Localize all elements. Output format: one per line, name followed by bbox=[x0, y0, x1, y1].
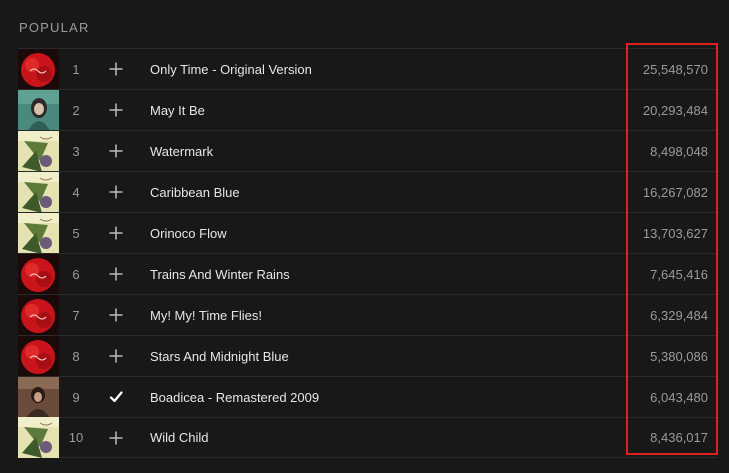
track-number: 6 bbox=[72, 266, 80, 282]
album-cover bbox=[18, 253, 59, 295]
play-count: 8,436,017 bbox=[650, 430, 708, 445]
add-plus-icon[interactable] bbox=[96, 131, 136, 172]
track-title[interactable]: Wild Child bbox=[150, 430, 718, 445]
add-plus-icon[interactable] bbox=[96, 295, 136, 336]
track-number: 3 bbox=[72, 143, 80, 159]
play-count: 6,043,480 bbox=[650, 389, 708, 405]
track-row[interactable]: 8 Stars And Midnight Blue 5,380,086 bbox=[18, 335, 718, 377]
add-plus-icon[interactable] bbox=[96, 254, 136, 295]
album-cover bbox=[18, 171, 59, 213]
album-cover bbox=[18, 294, 59, 336]
track-number: 1 bbox=[72, 61, 80, 77]
track-number: 5 bbox=[72, 225, 80, 241]
track-title[interactable]: Trains And Winter Rains bbox=[150, 267, 718, 282]
track-title[interactable]: Only Time - Original Version bbox=[150, 62, 718, 77]
play-count: 6,329,484 bbox=[650, 307, 708, 323]
popular-tracklist: 1 Only Time - Original Version 25,548,570 … bbox=[18, 48, 718, 458]
track-row[interactable]: 4 Caribbean Blue 16,267,082 bbox=[18, 171, 718, 213]
play-count: 7,645,416 bbox=[650, 266, 708, 282]
track-row[interactable]: 2 May It Be 20,293,484 bbox=[18, 89, 718, 131]
track-row[interactable]: 1 Only Time - Original Version 25,548,570 bbox=[18, 48, 718, 90]
album-cover bbox=[18, 417, 59, 458]
track-row[interactable]: 6 Trains And Winter Rains 7,645,416 bbox=[18, 253, 718, 295]
album-cover bbox=[18, 335, 59, 377]
play-count: 8,498,048 bbox=[650, 143, 708, 159]
track-title[interactable]: Watermark bbox=[150, 144, 718, 159]
track-row[interactable]: 7 My! My! Time Flies! 6,329,484 bbox=[18, 294, 718, 336]
play-count: 5,380,086 bbox=[650, 348, 708, 364]
track-title[interactable]: Caribbean Blue bbox=[150, 185, 718, 200]
track-number: 4 bbox=[72, 184, 80, 200]
album-cover bbox=[18, 130, 59, 172]
track-row[interactable]: 10 Wild Child 8,436,017 bbox=[18, 417, 718, 458]
play-count: 25,548,570 bbox=[642, 61, 708, 77]
track-number: 10 bbox=[68, 430, 84, 445]
track-number: 8 bbox=[72, 348, 80, 364]
track-title[interactable]: Orinoco Flow bbox=[150, 226, 718, 241]
add-plus-icon[interactable] bbox=[96, 49, 136, 90]
add-plus-icon[interactable] bbox=[96, 417, 136, 458]
album-cover bbox=[18, 212, 59, 254]
album-cover bbox=[18, 89, 59, 131]
track-row[interactable]: 3 Watermark 8,498,048 bbox=[18, 130, 718, 172]
add-plus-icon[interactable] bbox=[96, 213, 136, 254]
play-count: 13,703,627 bbox=[642, 225, 708, 241]
section-title: POPULAR bbox=[19, 20, 90, 35]
track-title[interactable]: Boadicea - Remastered 2009 bbox=[150, 390, 718, 405]
track-row[interactable]: 5 Orinoco Flow 13,703,627 bbox=[18, 212, 718, 254]
track-number: 7 bbox=[72, 307, 80, 323]
track-title[interactable]: May It Be bbox=[150, 103, 718, 118]
album-cover bbox=[18, 48, 59, 90]
play-count: 16,267,082 bbox=[642, 184, 708, 200]
add-plus-icon[interactable] bbox=[96, 172, 136, 213]
add-plus-icon[interactable] bbox=[96, 336, 136, 377]
track-title[interactable]: Stars And Midnight Blue bbox=[150, 349, 718, 364]
track-row[interactable]: 9 Boadicea - Remastered 2009 6,043,480 bbox=[18, 376, 718, 418]
add-plus-icon[interactable] bbox=[96, 90, 136, 131]
track-number: 9 bbox=[72, 389, 80, 405]
track-title[interactable]: My! My! Time Flies! bbox=[150, 308, 718, 323]
play-count: 20,293,484 bbox=[642, 102, 708, 118]
track-number: 2 bbox=[72, 102, 80, 118]
album-cover bbox=[18, 376, 59, 418]
checkmark-icon[interactable] bbox=[96, 377, 136, 418]
